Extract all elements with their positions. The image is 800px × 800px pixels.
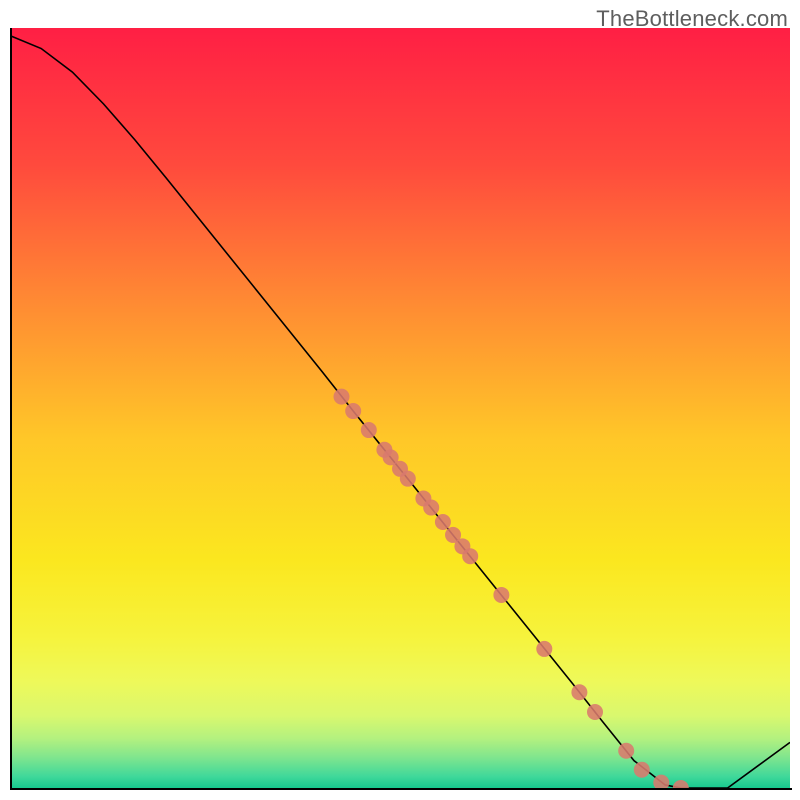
data-point: [634, 762, 650, 778]
data-point: [536, 641, 552, 657]
x-axis: [10, 788, 792, 790]
plot-area: [10, 28, 790, 788]
data-point: [673, 780, 689, 788]
curve-layer: [10, 28, 790, 788]
data-point: [361, 422, 377, 438]
data-point: [435, 514, 451, 530]
data-point: [423, 500, 439, 516]
data-point: [345, 403, 361, 419]
data-point: [493, 587, 509, 603]
y-axis: [10, 28, 12, 790]
data-point: [400, 471, 416, 487]
sample-points: [334, 389, 689, 788]
data-point: [587, 704, 603, 720]
data-point: [571, 684, 587, 700]
data-point: [334, 389, 350, 405]
chart-container: TheBottleneck.com: [0, 0, 800, 800]
bottleneck-curve: [10, 36, 790, 788]
data-point: [618, 743, 634, 759]
data-point: [462, 548, 478, 564]
